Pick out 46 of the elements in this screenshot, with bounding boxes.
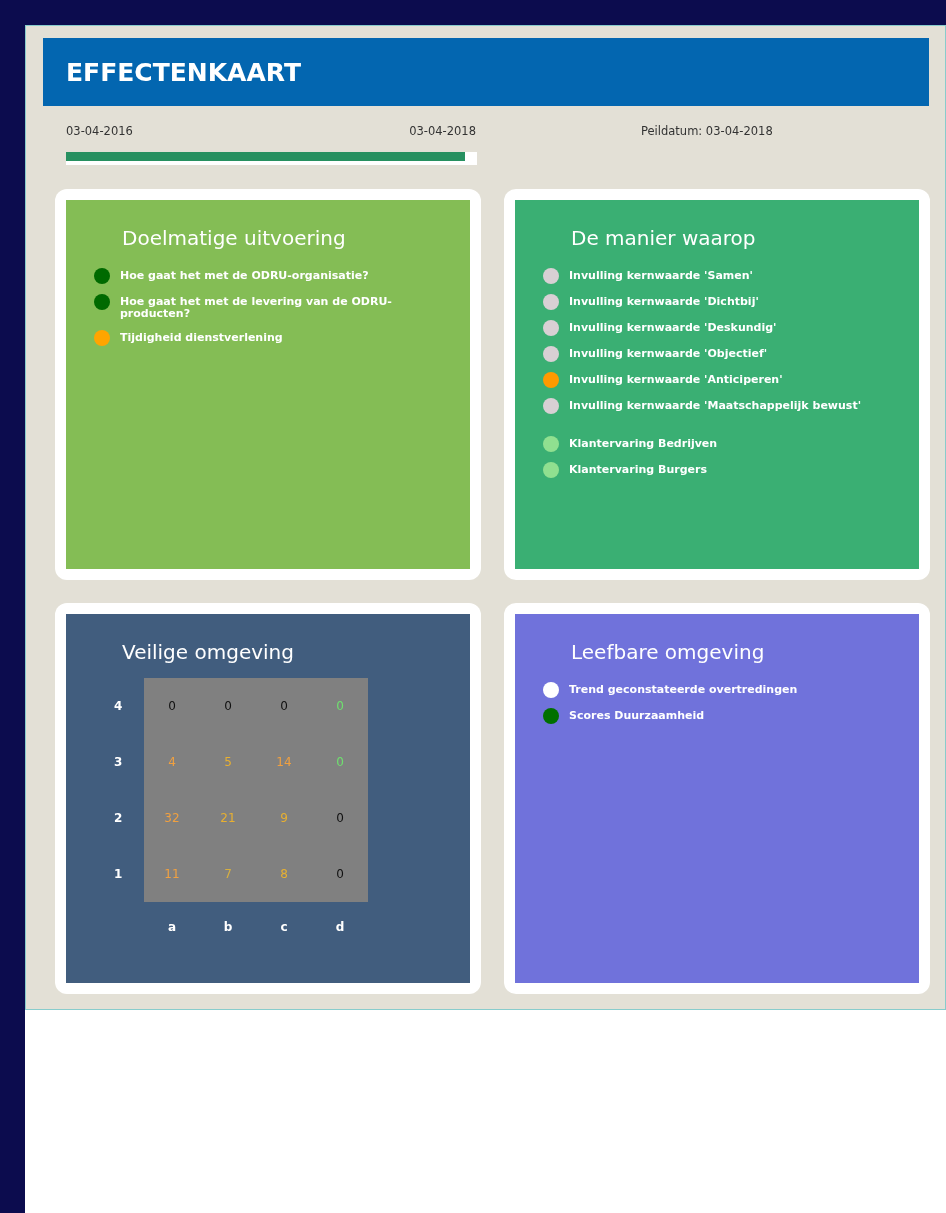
card-title: Veilige omgeving	[122, 640, 295, 664]
end-date: 03-04-2018	[408, 124, 476, 138]
page-title: EFFECTENKAART	[43, 38, 929, 106]
indicator-label[interactable]: Invulling kernwaarde 'Deskundig'	[569, 322, 777, 334]
card-title: De manier waarop	[571, 226, 757, 250]
matrix-value: 4	[168, 755, 176, 769]
matrix-value: 9	[280, 811, 288, 825]
column-label: d	[334, 920, 346, 934]
indicator-label[interactable]: Scores Duurzaamheid	[569, 710, 705, 722]
timeline-slider[interactable]	[66, 152, 477, 165]
matrix-value: 32	[164, 811, 180, 825]
matrix-value: 0	[168, 699, 176, 713]
start-date: 03-04-2016	[66, 124, 134, 138]
matrix-value: 0	[336, 867, 344, 881]
indicator-label[interactable]: Invulling kernwaarde 'Dichtbij'	[569, 296, 759, 308]
indicator-label[interactable]: Hoe gaat het met de ODRU-organisatie?	[120, 270, 369, 282]
row-label: 4	[113, 698, 124, 715]
indicator-label[interactable]: Klantervaring Bedrijven	[569, 438, 718, 450]
matrix-value: 0	[280, 699, 288, 713]
indicator-label[interactable]: Invulling kernwaarde 'Objectief'	[569, 348, 768, 360]
indicator-label[interactable]: Invulling kernwaarde 'Maatschappelijk bewust'	[569, 400, 861, 412]
matrix-value: 11	[164, 867, 180, 881]
matrix-value: 0	[336, 699, 344, 713]
row-label: 1	[113, 866, 124, 883]
column-label: b	[222, 920, 234, 934]
card-title: Leefbare omgeving	[571, 640, 766, 664]
indicator-label[interactable]: Klantervaring Burgers	[569, 464, 707, 476]
matrix-value: 0	[336, 755, 344, 769]
matrix-value: 0	[224, 699, 232, 713]
indicator-label[interactable]: Tijdigheid dienstverlening	[120, 332, 283, 344]
indicator-label[interactable]: Trend geconstateerde overtredingen	[569, 684, 798, 696]
column-label: c	[279, 920, 289, 934]
matrix-value: 21	[220, 811, 236, 825]
indicator-label[interactable]: Hoe gaat het met de levering van de ODRU-producten?	[120, 296, 434, 320]
row-label: 3	[113, 754, 124, 771]
row-label: 2	[113, 810, 124, 827]
column-label: a	[166, 920, 178, 934]
indicator-label[interactable]: Invulling kernwaarde 'Anticiperen'	[569, 374, 783, 386]
matrix-value: 0	[336, 811, 344, 825]
matrix-value: 14	[276, 755, 292, 769]
reference-date: Peildatum: 03-04-2018	[640, 124, 774, 138]
card-title: Doelmatige uitvoering	[122, 226, 347, 250]
matrix-value: 5	[224, 755, 232, 769]
indicator-label[interactable]: Invulling kernwaarde 'Samen'	[569, 270, 753, 282]
matrix-value: 8	[280, 867, 288, 881]
matrix-value: 7	[224, 867, 232, 881]
